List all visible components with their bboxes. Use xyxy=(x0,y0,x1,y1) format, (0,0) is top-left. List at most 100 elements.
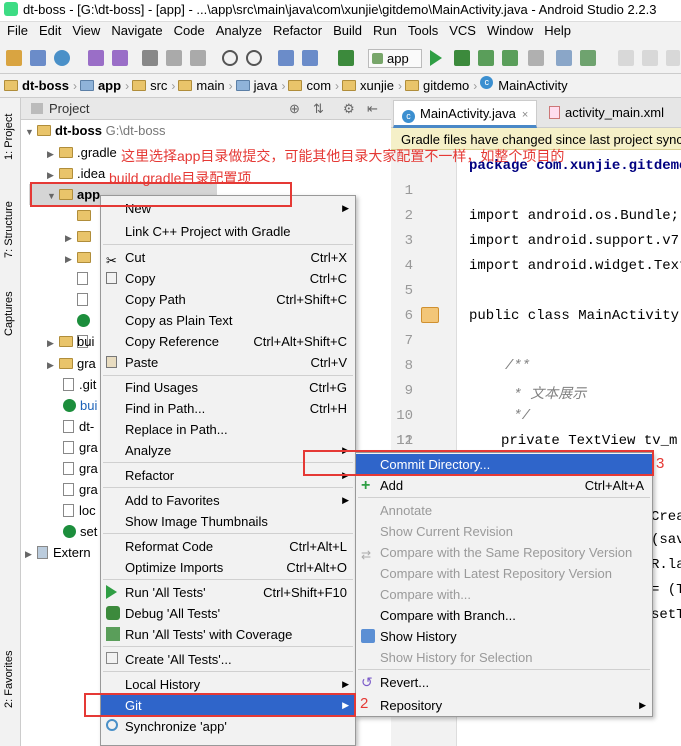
breadcrumb-item[interactable]: c MainActivity xyxy=(480,74,568,97)
menu-item-optimize-imports[interactable]: Optimize Imports Ctrl+Alt+O xyxy=(101,557,355,578)
menu-item-copy[interactable]: Copy Ctrl+C xyxy=(101,268,355,289)
tree-row[interactable] xyxy=(77,289,93,310)
debug-icon[interactable] xyxy=(454,50,470,66)
menu-item-debug-all-tests[interactable]: Debug 'All Tests' xyxy=(101,603,355,624)
close-icon[interactable]: × xyxy=(522,109,528,121)
menu-item-compare-same-repo[interactable]: ⇄ Compare with the Same Repository Versio… xyxy=(356,542,652,563)
tree-row[interactable] xyxy=(77,310,94,331)
make-project-icon[interactable] xyxy=(338,50,354,66)
gear-icon[interactable]: ⚙ xyxy=(343,101,355,117)
find-icon[interactable] xyxy=(222,50,238,66)
cut-icon[interactable] xyxy=(142,50,158,66)
menu-code[interactable]: Code xyxy=(169,22,211,42)
menu-item-compare-latest[interactable]: Compare with Latest Repository Version xyxy=(356,563,652,584)
tree-row[interactable]: ▶ xyxy=(65,247,95,268)
menu-item-show-history[interactable]: Show History xyxy=(356,626,652,647)
breadcrumb-item[interactable]: gitdemo › xyxy=(405,78,477,93)
tree-row[interactable]: ▶ gra xyxy=(47,353,96,374)
activity-gutter-icon[interactable] xyxy=(421,307,439,323)
menu-item-repository[interactable]: Repository ▶ xyxy=(356,695,652,716)
tab-main-activity[interactable]: c MainActivity.java × xyxy=(393,100,538,128)
menu-item-compare-with[interactable]: Compare with... xyxy=(356,584,652,605)
menu-view[interactable]: View xyxy=(67,22,106,42)
menu-window[interactable]: Window xyxy=(482,22,539,42)
tree-row[interactable]: ▶ bui xyxy=(47,331,94,352)
menu-navigate[interactable]: Navigate xyxy=(106,22,168,42)
menu-run[interactable]: Run xyxy=(368,22,403,42)
sync-gradle-icon[interactable] xyxy=(556,50,572,66)
menu-file[interactable]: File xyxy=(2,22,34,42)
open-folder-icon[interactable] xyxy=(6,50,22,66)
tree-row[interactable] xyxy=(65,205,95,226)
breadcrumb-item[interactable]: com › xyxy=(288,78,339,93)
menu-item-git-add[interactable]: + Add Ctrl+Alt+A xyxy=(356,475,652,496)
menu-item-history-selection[interactable]: Show History for Selection xyxy=(356,647,652,668)
menu-item-reformat-code[interactable]: Reformat Code Ctrl+Alt+L xyxy=(101,536,355,557)
project-view-select[interactable]: Project xyxy=(49,101,89,116)
breadcrumb-item[interactable]: app › xyxy=(79,78,129,93)
tree-row[interactable]: gra xyxy=(63,479,98,500)
menu-item-find-in-path[interactable]: Find in Path... Ctrl+H xyxy=(101,398,355,419)
menu-refactor[interactable]: Refactor xyxy=(268,22,328,42)
menu-analyze[interactable]: Analyze xyxy=(211,22,268,42)
sync-icon[interactable] xyxy=(54,50,70,66)
forward-icon[interactable] xyxy=(302,50,318,66)
menu-help[interactable]: Help xyxy=(539,22,577,42)
menu-item-cut[interactable]: ✂ Cut Ctrl+X xyxy=(101,247,355,268)
menu-vcs[interactable]: VCS xyxy=(444,22,482,42)
menu-item-annotate[interactable]: Annotate xyxy=(356,500,652,521)
tab-activity-main-xml[interactable]: activity_main.xml xyxy=(541,100,672,128)
breadcrumb-item[interactable]: src › xyxy=(132,78,175,93)
tree-row[interactable]: set xyxy=(63,521,97,542)
breadcrumb-item[interactable]: java › xyxy=(235,78,285,93)
menu-item-compare-branch[interactable]: Compare with Branch... xyxy=(356,605,652,626)
coverage-icon[interactable] xyxy=(478,50,494,66)
menu-tools[interactable]: Tools xyxy=(403,22,444,42)
menu-item-show-thumbnails[interactable]: Show Image Thumbnails xyxy=(101,511,355,532)
menu-item-paste[interactable]: Paste Ctrl+V xyxy=(101,352,355,373)
menu-item-create-all-tests[interactable]: Create 'All Tests'... xyxy=(101,649,355,670)
breadcrumb-item[interactable]: dt-boss › xyxy=(4,78,77,93)
menu-item-run-all-tests[interactable]: Run 'All Tests' Ctrl+Shift+F10 xyxy=(101,582,355,603)
menu-item-copy-reference[interactable]: Copy Reference Ctrl+Alt+Shift+C xyxy=(101,331,355,352)
back-icon[interactable] xyxy=(278,50,294,66)
paste-icon[interactable] xyxy=(190,50,206,66)
stop-icon[interactable] xyxy=(528,50,544,66)
tree-row[interactable] xyxy=(77,268,93,289)
tree-row[interactable]: ▶ Extern xyxy=(25,542,91,563)
hide-panel-icon[interactable]: ⇤ xyxy=(367,101,378,117)
profile-icon[interactable] xyxy=(502,50,518,66)
menu-item-local-history[interactable]: Local History ▶ xyxy=(101,674,355,695)
run-config-select[interactable]: app xyxy=(368,49,422,68)
menu-item-synchronize[interactable]: Synchronize 'app' xyxy=(101,716,355,737)
undo-icon[interactable] xyxy=(88,50,104,66)
menu-build[interactable]: Build xyxy=(328,22,368,42)
tree-row[interactable]: loc xyxy=(63,500,96,521)
tree-row[interactable]: gra xyxy=(63,437,98,458)
breadcrumb-item[interactable]: xunjie › xyxy=(342,78,402,93)
menu-item-copy-plain[interactable]: Copy as Plain Text xyxy=(101,310,355,331)
menu-item-add-to-favorites[interactable]: Add to Favorites ▶ xyxy=(101,490,355,511)
scroll-from-source-icon[interactable]: ⊕ xyxy=(289,101,300,117)
menu-item-revert[interactable]: ↺ Revert... xyxy=(356,672,652,693)
tree-row[interactable]: dt- xyxy=(63,416,94,437)
tree-row[interactable]: bui xyxy=(63,395,97,416)
menu-item-run-with-coverage[interactable]: Run 'All Tests' with Coverage xyxy=(101,624,355,645)
tree-row[interactable]: gra xyxy=(63,458,98,479)
tool-tab-favorites[interactable]: 2: Favorites xyxy=(3,651,15,708)
copy-icon[interactable] xyxy=(166,50,182,66)
menu-edit[interactable]: Edit xyxy=(34,22,67,42)
vcs-update-icon[interactable] xyxy=(618,50,634,66)
replace-icon[interactable] xyxy=(246,50,262,66)
menu-item-show-current-revision[interactable]: Show Current Revision xyxy=(356,521,652,542)
vcs-commit-icon[interactable] xyxy=(642,50,658,66)
tool-tab-captures[interactable]: Captures xyxy=(3,291,15,336)
vcs-history-icon[interactable] xyxy=(666,50,680,66)
run-icon[interactable] xyxy=(430,50,442,66)
tree-row[interactable]: ▶ xyxy=(65,226,95,247)
redo-icon[interactable] xyxy=(112,50,128,66)
save-icon[interactable] xyxy=(30,50,46,66)
tool-tab-structure[interactable]: 7: Structure xyxy=(3,201,15,258)
breadcrumb-item[interactable]: main › xyxy=(178,78,233,93)
collapse-all-icon[interactable]: ⇅ xyxy=(313,101,324,117)
